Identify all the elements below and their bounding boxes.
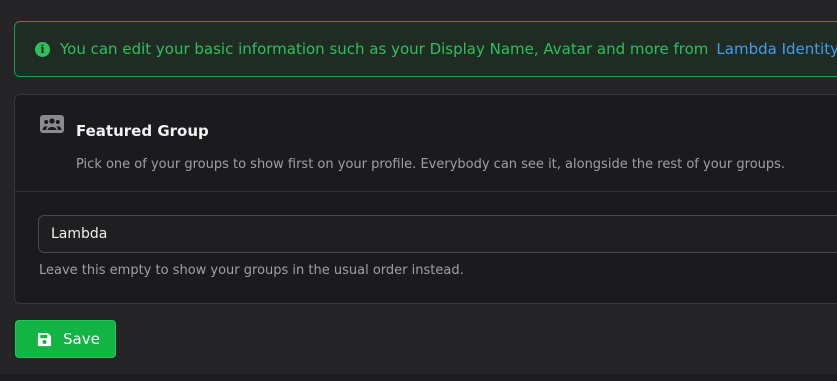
- settings-page: i You can edit your basic information su…: [0, 0, 837, 381]
- save-icon: [37, 332, 52, 346]
- users-group-icon: [40, 115, 64, 133]
- featured-group-select[interactable]: Lambda: [38, 215, 837, 253]
- alert-message: You can edit your basic information such…: [60, 40, 709, 58]
- info-alert: i You can edit your basic information su…: [14, 21, 837, 77]
- featured-group-title: Featured Group: [76, 122, 209, 140]
- featured-group-helper-text: Leave this empty to show your groups in …: [39, 263, 464, 278]
- page-bottom-strip: [0, 374, 837, 381]
- save-button[interactable]: Save: [15, 320, 116, 358]
- featured-group-card: Featured Group Pick one of your groups t…: [14, 94, 837, 304]
- lambda-identity-link[interactable]: Lambda Identity: [716, 40, 837, 58]
- info-icon: i: [35, 41, 50, 57]
- featured-group-description: Pick one of your groups to show first on…: [76, 157, 786, 172]
- save-button-label: Save: [63, 330, 100, 348]
- card-divider: [15, 191, 837, 192]
